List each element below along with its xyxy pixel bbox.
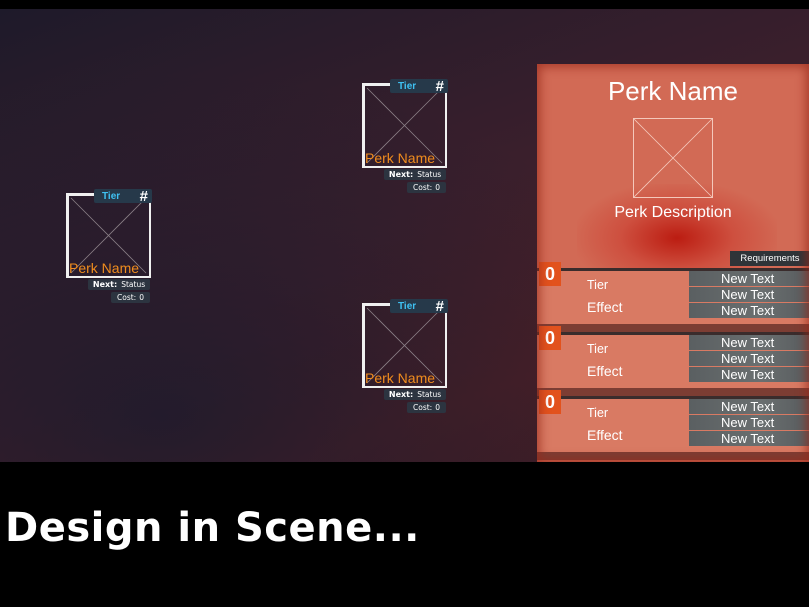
next-status: Next: Status (384, 389, 446, 400)
cost-label: Cost: (413, 403, 433, 412)
tier-text: New Text (689, 335, 809, 350)
next-label: Next: (388, 390, 414, 399)
row-divider (537, 452, 809, 460)
cost-label: Cost: (117, 293, 137, 302)
cost-value: 0 (435, 183, 440, 192)
tier-texts: New Text New Text New Text (689, 271, 809, 319)
cost-value: 0 (435, 403, 440, 412)
tier-texts: New Text New Text New Text (689, 335, 809, 383)
tier-text: New Text (689, 351, 809, 366)
perk-description: Perk Description (614, 204, 732, 221)
tier-label: Tier (102, 190, 121, 202)
requirements-tab[interactable]: Requirements (730, 251, 809, 266)
tier-row: 0 Tier Effect New Text New Text New Text (537, 326, 809, 396)
perk-node[interactable]: Tier # Perk Name Next: Status Cost: 0 (66, 188, 152, 303)
tier-number: # (139, 187, 148, 205)
tier-label: Tier (398, 300, 417, 312)
next-value: Status (417, 390, 442, 399)
cost: Cost: 0 (407, 402, 446, 413)
next-status: Next: Status (384, 169, 446, 180)
next-value: Status (121, 280, 146, 289)
tier-level-badge: 0 (539, 390, 561, 414)
tier-texts: New Text New Text New Text (689, 399, 809, 447)
cost-label: Cost: (413, 183, 433, 192)
cost: Cost: 0 (111, 292, 150, 303)
tier-text: New Text (689, 303, 809, 318)
tier-text: New Text (689, 415, 809, 430)
tier-label: Tier (398, 80, 417, 92)
tier-text: New Text (689, 271, 809, 286)
row-divider (537, 324, 809, 332)
tier-text: New Text (689, 399, 809, 414)
cost-value: 0 (139, 293, 144, 302)
tier-tag: Tier # (390, 77, 448, 95)
next-status: Next: Status (88, 279, 150, 290)
perk-name: Perk Name (365, 370, 436, 386)
tier-row-label: Tier (587, 406, 609, 420)
tier-row: 0 Tier Effect New Text New Text New Text (537, 262, 809, 332)
tier-level-badge: 0 (539, 326, 561, 350)
perk-node[interactable]: Tier # Perk Name Next: Status Cost: 0 (362, 78, 448, 193)
tier-tag: Tier # (390, 297, 448, 315)
row-divider (537, 388, 809, 396)
tier-row-label: Tier (587, 342, 609, 356)
perk-name: Perk Name (69, 260, 140, 276)
tier-number: # (435, 297, 444, 315)
effect-label: Effect (587, 427, 623, 443)
effect-label: Effect (587, 299, 623, 315)
tier-level-badge: 0 (539, 262, 561, 286)
cost: Cost: 0 (407, 182, 446, 193)
next-value: Status (417, 170, 442, 179)
perk-image-placeholder-icon (633, 118, 713, 198)
tier-text: New Text (689, 431, 809, 446)
tier-tag: Tier # (94, 187, 152, 205)
next-label: Next: (92, 280, 118, 289)
perk-detail-panel: Perk Name Perk Description Requirements … (537, 64, 809, 462)
tier-number: # (435, 77, 444, 95)
perk-node[interactable]: Tier # Perk Name Next: Status Cost: 0 (362, 298, 448, 413)
next-label: Next: (388, 170, 414, 179)
tier-row: 0 Tier Effect New Text New Text New Text (537, 390, 809, 460)
tier-text: New Text (689, 367, 809, 382)
tier-row-label: Tier (587, 278, 609, 292)
tier-text: New Text (689, 287, 809, 302)
perk-name: Perk Name (365, 150, 436, 166)
effect-label: Effect (587, 363, 623, 379)
caption-text: Design in Scene... (5, 505, 420, 551)
panel-perk-title: Perk Name (607, 76, 739, 106)
